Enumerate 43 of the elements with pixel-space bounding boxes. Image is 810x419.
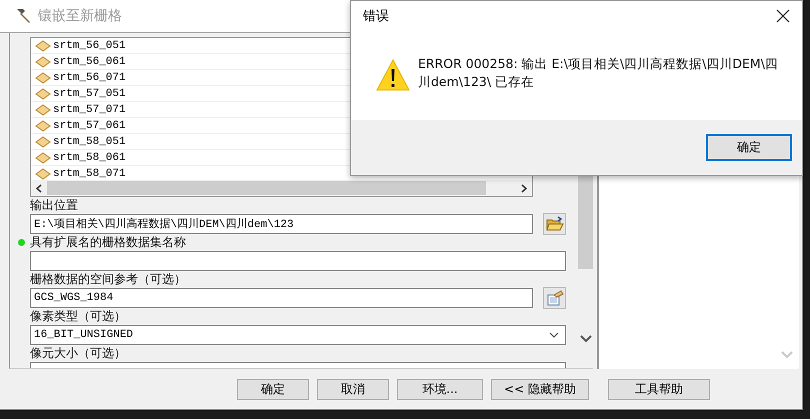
ok-button[interactable]: 确定 xyxy=(706,134,792,161)
raster-icon xyxy=(35,56,51,68)
dialog-button[interactable]: 工具帮助 xyxy=(608,378,710,400)
dialog-button[interactable]: << 隐藏帮助 xyxy=(491,378,589,400)
raster-name[interactable]: srtm_56_051 xyxy=(53,40,126,52)
raster-name[interactable]: srtm_57_071 xyxy=(53,104,126,116)
window-title: 镶嵌至新栅格 xyxy=(38,7,122,25)
field-label: 像素类型（可选） xyxy=(30,308,126,324)
browse-folder-button[interactable] xyxy=(543,212,566,234)
horizontal-scrollbar[interactable] xyxy=(31,180,532,196)
warning-icon xyxy=(376,59,410,91)
input-field[interactable]: GCS_WGS_1984 xyxy=(30,288,533,308)
scroll-left-icon[interactable] xyxy=(36,184,42,192)
dropdown-field[interactable]: 16_BIT_UNSIGNED xyxy=(30,324,566,344)
dialog-button[interactable]: 确定 xyxy=(237,378,309,400)
properties-button[interactable] xyxy=(543,286,566,308)
raster-name[interactable]: srtm_57_061 xyxy=(53,120,126,132)
close-icon[interactable] xyxy=(776,9,790,23)
field-label: 像元大小（可选） xyxy=(30,344,126,362)
dialog-button[interactable]: 取消 xyxy=(317,378,389,400)
raster-icon xyxy=(35,40,51,52)
field-label: 具有扩展名的栅格数据集名称 xyxy=(30,234,186,250)
scroll-right-icon[interactable] xyxy=(521,184,527,192)
raster-name[interactable]: srtm_57_051 xyxy=(53,88,126,100)
dialog-title: 错误 xyxy=(363,8,389,25)
input-field[interactable] xyxy=(30,250,566,270)
scroll-down-icon[interactable] xyxy=(580,335,592,343)
raster-name[interactable]: srtm_56_061 xyxy=(53,56,126,68)
raster-name[interactable]: srtm_58_061 xyxy=(53,152,126,164)
raster-icon xyxy=(35,120,51,132)
raster-icon xyxy=(35,72,51,84)
raster-icon xyxy=(35,104,51,116)
raster-icon xyxy=(35,152,51,164)
raster-icon xyxy=(35,88,51,100)
field-label: 栅格数据的空间参考（可选） xyxy=(30,270,186,288)
input-field[interactable]: E:\项目相关\四川高程数据\四川DEM\四川dem\123 xyxy=(30,214,533,234)
dialog-button[interactable]: 环境... xyxy=(397,378,483,400)
error-message: ERROR 000258: 输出 E:\项目相关\四川高程数据\四川DEM\四川dem\123\ 已存在 xyxy=(418,55,778,91)
raster-icon xyxy=(35,136,51,148)
raster-name[interactable]: srtm_56_071 xyxy=(53,72,126,84)
field-label: 输出位置 xyxy=(30,196,78,214)
raster-name[interactable]: srtm_58_051 xyxy=(53,136,126,148)
raster-name[interactable]: srtm_58_071 xyxy=(53,168,126,180)
